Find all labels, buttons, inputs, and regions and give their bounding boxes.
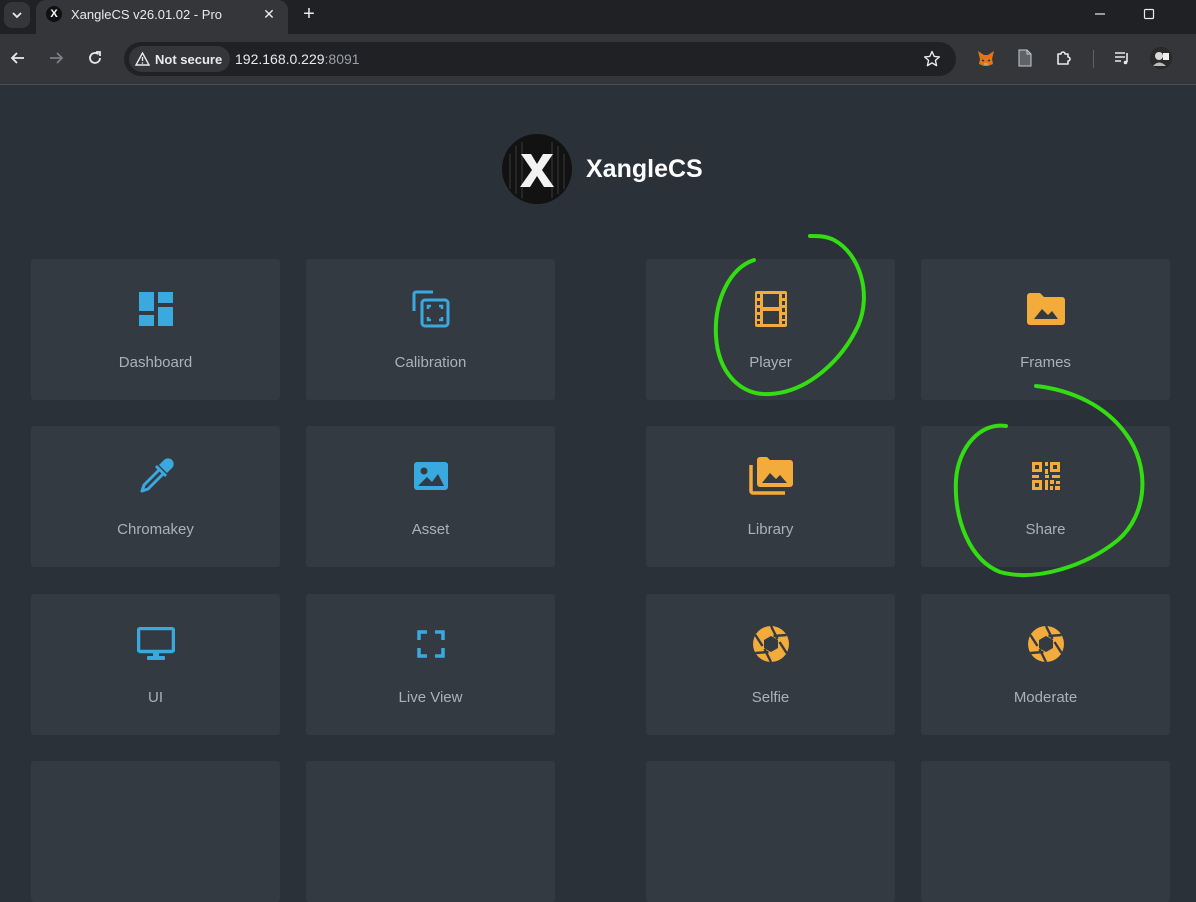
tab-title: XangleCS v26.01.02 - Pro xyxy=(71,7,223,22)
extensions-button[interactable] xyxy=(1053,47,1075,69)
minimize-icon xyxy=(1095,13,1105,15)
tile-selfie[interactable]: Selfie xyxy=(646,594,895,735)
url-host: 192.168.0.229 xyxy=(235,51,325,67)
tile-live-view[interactable]: Live View xyxy=(306,594,555,735)
url-port: :8091 xyxy=(324,51,360,67)
tile-calibration[interactable]: Calibration xyxy=(306,259,555,400)
tile-label: Calibration xyxy=(394,354,467,371)
maximize-icon xyxy=(1143,8,1155,20)
tile-asset[interactable]: Asset xyxy=(306,426,555,567)
tile-share[interactable]: Share xyxy=(921,426,1170,567)
tile-library[interactable]: Library xyxy=(646,426,895,567)
arrow-left-icon xyxy=(10,52,24,64)
photo-library-icon xyxy=(748,457,793,495)
tile-label: Share xyxy=(1025,521,1066,538)
tile-label: Chromakey xyxy=(117,521,194,538)
tab-search-button[interactable] xyxy=(4,2,30,28)
tile-label: Moderate xyxy=(1013,689,1078,706)
tile-partial[interactable] xyxy=(31,761,280,902)
tile-label: Dashboard xyxy=(118,354,193,371)
chevron-down-icon xyxy=(12,12,22,19)
folder-image-icon xyxy=(1026,293,1065,325)
brand-header: XangleCS xyxy=(502,134,703,204)
fullscreen-icon xyxy=(416,630,445,658)
monitor-icon xyxy=(136,627,175,660)
tile-dashboard[interactable]: Dashboard xyxy=(31,259,280,400)
security-label: Not secure xyxy=(155,51,223,67)
document-icon xyxy=(1018,49,1032,67)
tile-partial[interactable] xyxy=(646,761,895,902)
puzzle-icon xyxy=(1057,51,1071,65)
tile-ui[interactable]: UI xyxy=(31,594,280,735)
camera-aperture-icon xyxy=(1027,625,1064,663)
security-chip[interactable]: Not secure xyxy=(129,46,231,72)
close-tab-icon[interactable]: ✕ xyxy=(260,5,278,23)
tile-partial[interactable] xyxy=(306,761,555,902)
tile-label: Player xyxy=(749,354,792,371)
address-bar[interactable]: Not secure 192.168.0.229:8091 xyxy=(124,42,956,76)
browser-tab[interactable]: X XangleCS v26.01.02 - Pro ✕ xyxy=(36,0,288,34)
tile-partial[interactable] xyxy=(921,761,1170,902)
toolbar-divider xyxy=(1093,50,1094,68)
calibration-icon xyxy=(412,290,449,328)
tile-label: Asset xyxy=(411,521,450,538)
tile-moderate[interactable]: Moderate xyxy=(921,594,1170,735)
tile-label: UI xyxy=(148,689,163,706)
brand-name: XangleCS xyxy=(586,154,703,183)
camera-aperture-icon xyxy=(752,625,789,663)
tile-label: Selfie xyxy=(751,689,790,706)
playlist-icon xyxy=(1115,52,1128,65)
tile-player[interactable]: Player xyxy=(646,259,895,400)
tile-frames[interactable]: Frames xyxy=(921,259,1170,400)
arrow-right-icon xyxy=(50,52,64,64)
tile-label: Library xyxy=(747,521,794,538)
reload-icon xyxy=(89,51,101,64)
film-icon xyxy=(754,291,787,327)
qr-code-icon xyxy=(1031,462,1060,490)
browser-toolbar: Not secure 192.168.0.229:8091 xyxy=(0,34,1196,85)
tile-label: Frames xyxy=(1020,354,1071,371)
tile-label: Live View xyxy=(398,689,463,706)
star-icon xyxy=(923,50,941,67)
x-logo-icon xyxy=(502,134,572,204)
back-button[interactable] xyxy=(6,46,30,70)
dashboard-icon xyxy=(138,292,173,326)
fox-icon xyxy=(978,51,994,66)
forward-button[interactable] xyxy=(44,46,68,70)
minimize-window-button[interactable] xyxy=(1077,2,1123,26)
maximize-window-button[interactable] xyxy=(1126,2,1172,26)
reload-button[interactable] xyxy=(83,46,107,70)
media-control-button[interactable] xyxy=(1111,47,1133,69)
tile-chromakey[interactable]: Chromakey xyxy=(31,426,280,567)
metamask-extension-button[interactable] xyxy=(975,47,997,69)
xangle-favicon-icon: X xyxy=(46,6,62,22)
avatar-icon xyxy=(1150,47,1172,69)
url-text[interactable]: 192.168.0.229:8091 xyxy=(235,51,360,67)
profile-avatar[interactable] xyxy=(1150,47,1172,69)
image-icon xyxy=(413,462,448,490)
eyedropper-icon xyxy=(140,458,174,493)
warning-icon xyxy=(135,52,150,66)
document-extension-button[interactable] xyxy=(1014,47,1036,69)
xangle-logo xyxy=(502,134,572,204)
bookmark-button[interactable] xyxy=(921,48,943,70)
browser-tabstrip: X XangleCS v26.01.02 - Pro ✕ + xyxy=(0,0,1196,34)
new-tab-button[interactable]: + xyxy=(298,3,320,25)
